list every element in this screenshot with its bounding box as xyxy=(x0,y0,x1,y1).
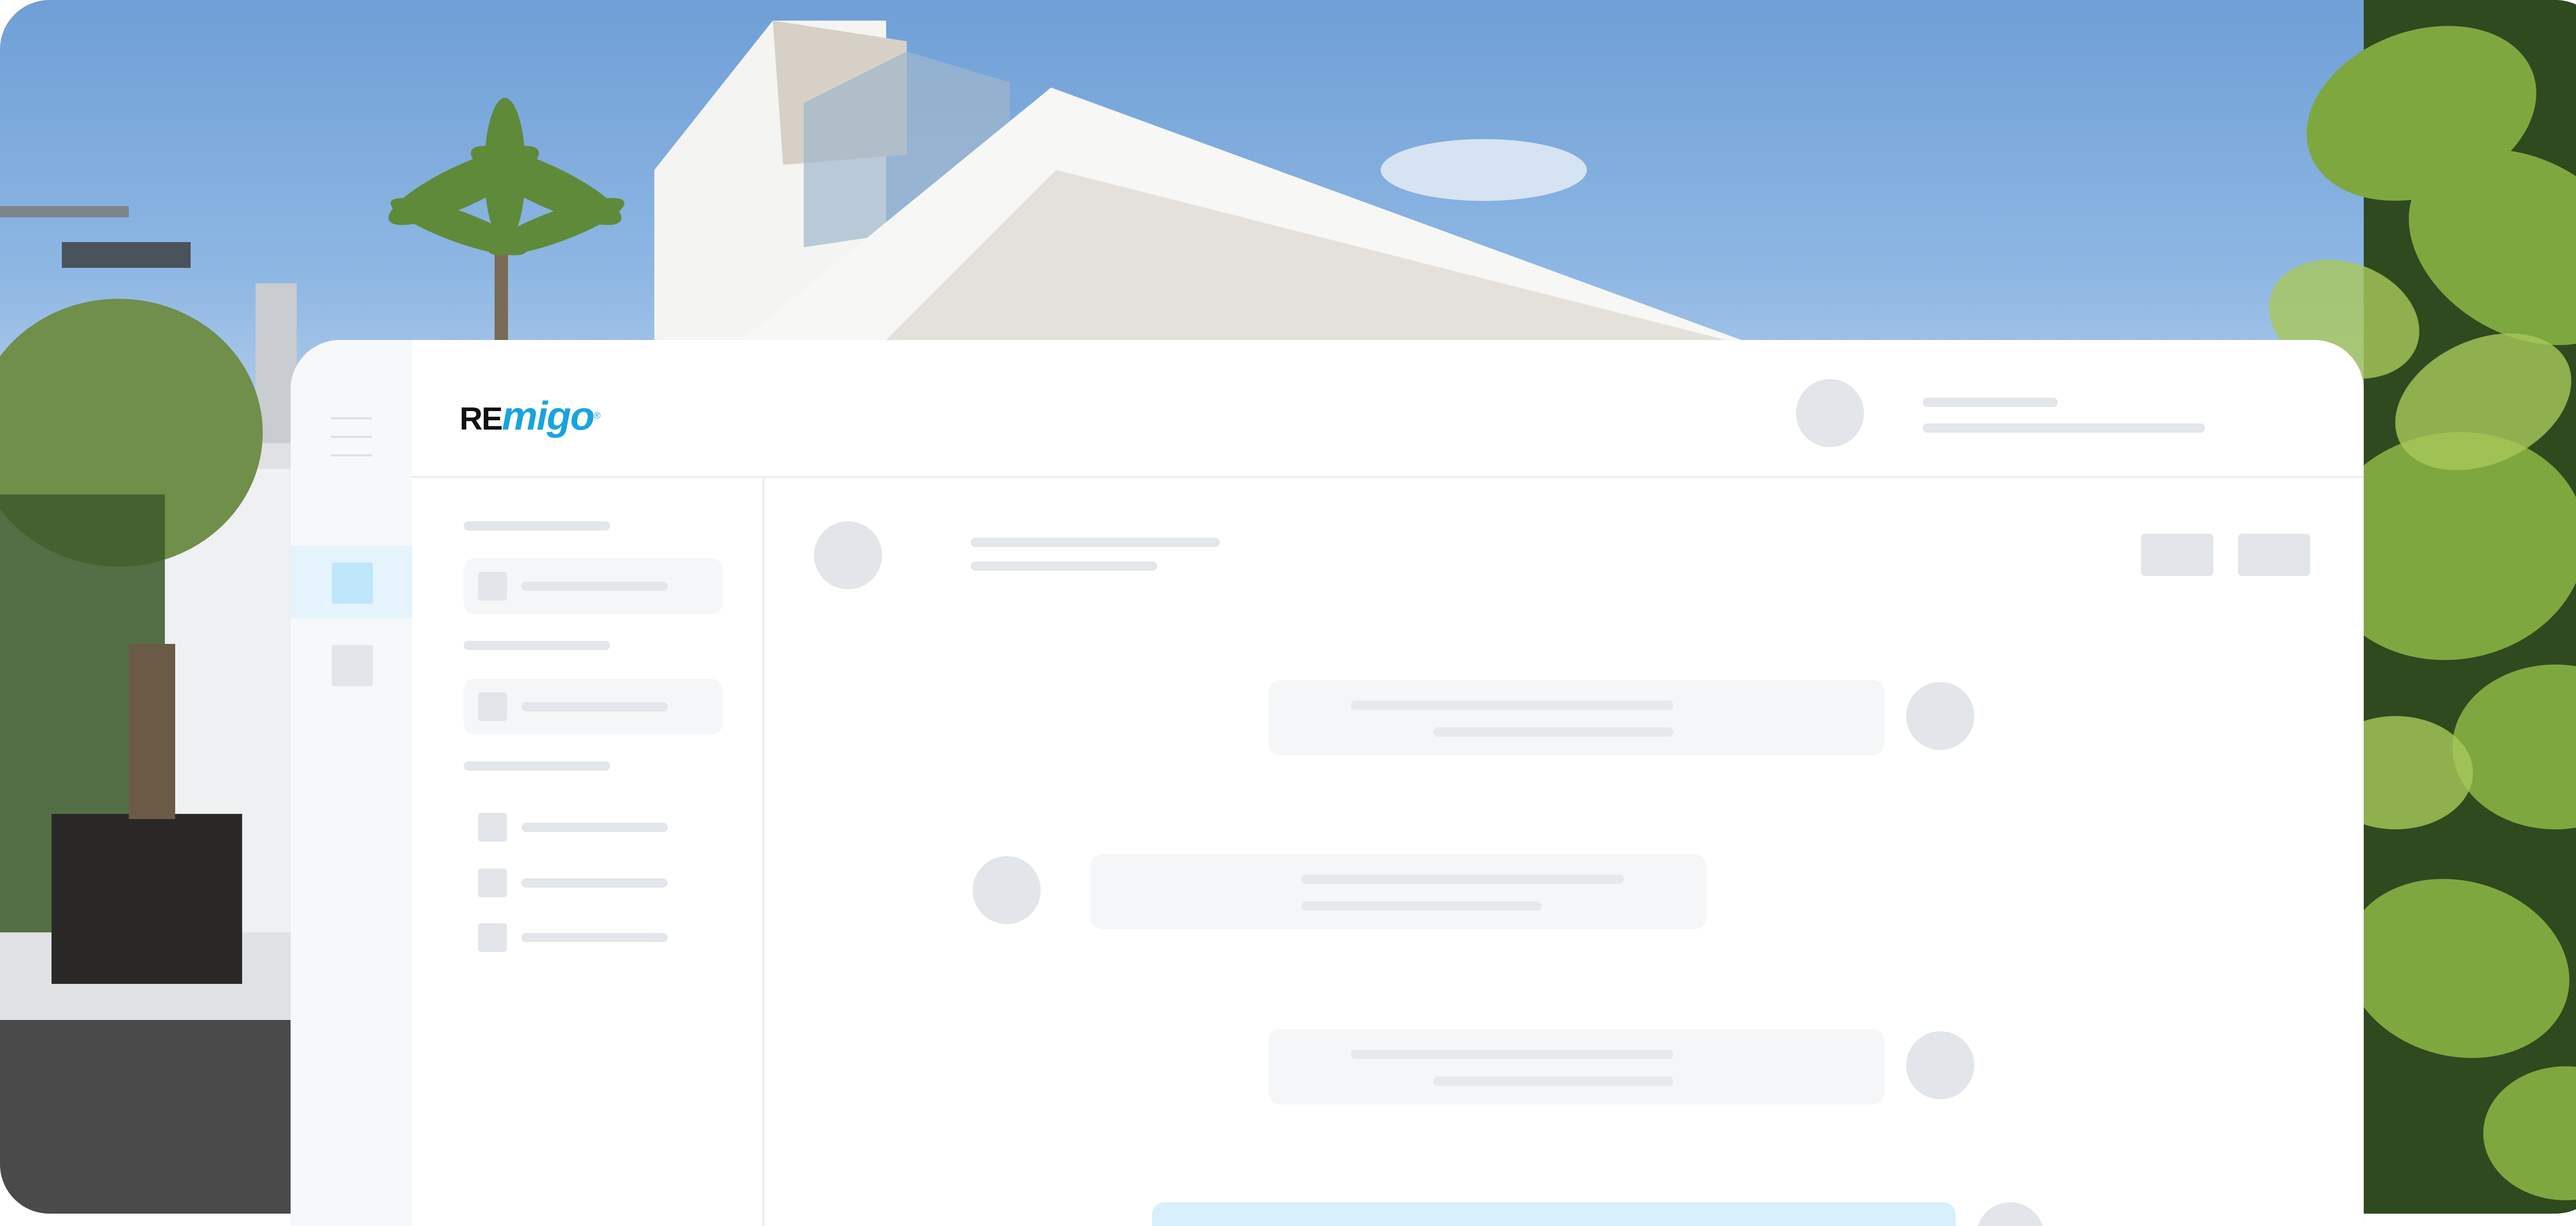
brand-logo[interactable]: REmigo® xyxy=(460,393,601,439)
header-action-button[interactable] xyxy=(2141,534,2213,576)
user-avatar[interactable] xyxy=(1796,379,1864,447)
icon-rail xyxy=(291,340,412,1226)
section-heading-placeholder xyxy=(464,521,610,531)
header-action-button[interactable] xyxy=(2238,534,2310,576)
sender-avatar xyxy=(1906,1031,1974,1099)
sidebar-item-icon[interactable] xyxy=(478,869,507,897)
contact-name-placeholder xyxy=(971,538,1220,547)
message-bubble-outgoing xyxy=(1268,1029,1885,1104)
sidebar-item-icon xyxy=(478,572,507,601)
sidebar-item-label[interactable] xyxy=(521,933,668,942)
rail-item-icon-active[interactable] xyxy=(332,563,373,604)
sidebar-item[interactable] xyxy=(464,558,722,614)
sender-avatar xyxy=(973,856,1041,924)
message-line-placeholder xyxy=(1301,875,1624,884)
section-heading-placeholder xyxy=(464,761,610,771)
sidebar-item-icon[interactable] xyxy=(478,923,507,952)
logo-text-migo: migo xyxy=(502,393,595,438)
message-bubble-highlighted xyxy=(1152,1202,1956,1226)
sidebar-item-label[interactable] xyxy=(521,823,668,832)
sidebar-item[interactable] xyxy=(464,679,722,735)
sidebar-item-label xyxy=(521,702,668,711)
sidebar-item-icon xyxy=(478,692,507,721)
message-line-placeholder xyxy=(1351,701,1673,710)
contact-avatar[interactable] xyxy=(814,521,882,589)
sender-avatar xyxy=(1976,1202,2044,1226)
sidebar-item-label[interactable] xyxy=(521,878,668,888)
user-detail-placeholder xyxy=(1923,423,2205,433)
app-window: REmigo® xyxy=(291,340,2364,1226)
hamburger-icon[interactable] xyxy=(331,417,372,456)
message-line-placeholder xyxy=(1351,1050,1673,1059)
message-line-placeholder xyxy=(1433,1077,1673,1086)
rail-item-icon[interactable] xyxy=(332,645,373,686)
sidebar-item-label xyxy=(521,582,668,591)
user-name-placeholder xyxy=(1923,398,2058,407)
header-divider xyxy=(412,476,2364,478)
logo-registered-mark: ® xyxy=(594,411,600,421)
section-heading-placeholder xyxy=(464,641,610,650)
logo-text-re: RE xyxy=(460,401,503,437)
sidebar-item-icon[interactable] xyxy=(478,813,507,842)
message-line-placeholder xyxy=(1433,727,1673,737)
message-bubble-incoming xyxy=(1090,854,1706,929)
message-bubble-outgoing xyxy=(1268,680,1885,755)
message-line-placeholder xyxy=(1301,901,1541,911)
column-divider xyxy=(762,478,765,1226)
sender-avatar xyxy=(1906,682,1974,750)
contact-detail-placeholder xyxy=(971,561,1157,571)
